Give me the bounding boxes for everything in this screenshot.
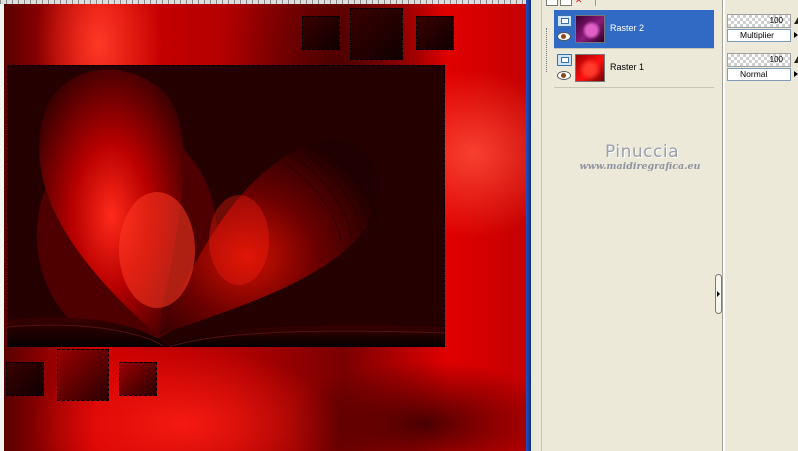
raster-layer-icon (557, 15, 572, 27)
selection-square (416, 16, 454, 50)
watermark-url: www.maidiregrafica.eu (579, 161, 701, 172)
layers-palette: ✕ | Raster 2 Raster 1 Pinuccia www.maidi… (542, 0, 722, 451)
layer-row-raster-2[interactable]: Raster 2 (554, 10, 714, 48)
artwork-selection-marquee[interactable] (7, 65, 445, 347)
collapse-arrow-icon[interactable] (715, 274, 722, 314)
new-layer-icon[interactable] (546, 0, 558, 6)
layers-toolbar: ✕ | (542, 0, 722, 6)
blend-mode-select[interactable]: Multiplier (727, 29, 791, 42)
layer-options-icon[interactable] (560, 0, 572, 6)
selection-square (6, 362, 44, 396)
delete-layer-icon[interactable]: ✕ (575, 0, 583, 6)
canvas-image[interactable] (4, 4, 526, 451)
layer-group-tree-line (546, 28, 548, 72)
dropdown-arrow-icon[interactable] (792, 68, 798, 81)
layer-properties-raster-2: 100 Multiplier (727, 14, 798, 48)
layer-properties-column: 100 Multiplier 100 Normal (725, 0, 798, 451)
opacity-value: 100 (769, 16, 783, 25)
raster-layer-icon (557, 54, 572, 66)
layer-thumbnail (575, 54, 605, 82)
visibility-eye-icon[interactable] (557, 32, 571, 41)
selection-square (57, 349, 109, 401)
panel-gutter (531, 0, 542, 451)
opacity-slider[interactable]: 100 (727, 53, 791, 67)
layer-separator (554, 87, 714, 88)
watermark: Pinuccia www.maidiregrafica.eu (542, 142, 722, 172)
layer-name: Raster 1 (610, 62, 645, 72)
canvas-area[interactable] (0, 0, 531, 451)
layer-thumbnail (575, 15, 605, 43)
selection-square (302, 16, 340, 50)
dropdown-arrow-icon[interactable] (792, 29, 798, 42)
selection-square (350, 8, 403, 60)
layer-properties-raster-1: 100 Normal (727, 53, 798, 87)
watermark-title: Pinuccia (605, 142, 679, 162)
slider-handle-icon[interactable] (794, 56, 798, 63)
toolbar-separator: | (594, 0, 597, 6)
layer-name: Raster 2 (610, 23, 645, 33)
visibility-eye-icon[interactable] (557, 71, 571, 80)
layer-row-raster-1[interactable]: Raster 1 (554, 49, 714, 87)
blend-mode-select[interactable]: Normal (727, 68, 791, 81)
slider-handle-icon[interactable] (794, 17, 798, 24)
selection-square (119, 362, 157, 396)
opacity-slider[interactable]: 100 (727, 14, 791, 28)
opacity-value: 100 (769, 55, 783, 64)
